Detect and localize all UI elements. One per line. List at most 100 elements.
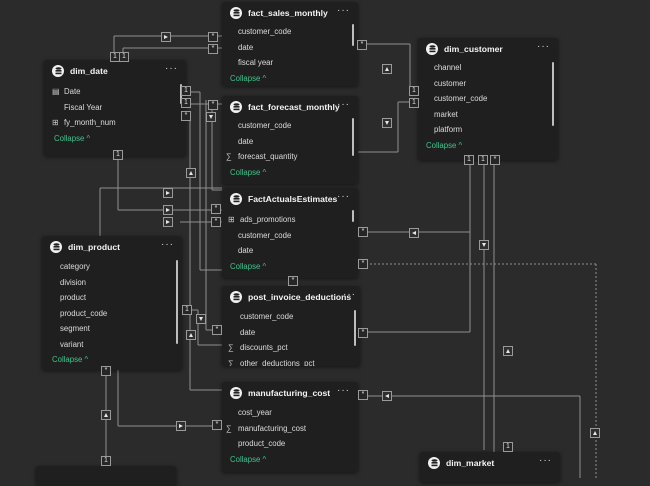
- table-header[interactable]: dim_date ···: [44, 60, 186, 82]
- filter-direction-arrow[interactable]: [163, 217, 173, 227]
- filter-direction-arrow[interactable]: [382, 118, 392, 128]
- cardinality-many-marker[interactable]: *: [358, 227, 368, 237]
- table-card-manufacturing-cost[interactable]: manufacturing_cost ··· cost_year ∑ manufa…: [222, 382, 358, 472]
- field-item[interactable]: customer_code: [222, 24, 358, 40]
- filter-direction-arrow[interactable]: [409, 228, 419, 238]
- table-header[interactable]: fact_sales_monthly ···: [222, 2, 358, 24]
- cardinality-many-marker[interactable]: *: [181, 111, 191, 121]
- field-item[interactable]: division: [42, 275, 182, 291]
- filter-direction-arrow[interactable]: [382, 391, 392, 401]
- cardinality-one-marker[interactable]: 1: [119, 52, 129, 62]
- field-item[interactable]: ▤ Date: [44, 84, 186, 100]
- cardinality-many-marker[interactable]: *: [211, 204, 221, 214]
- more-options-button[interactable]: ···: [337, 100, 350, 110]
- collapse-link[interactable]: Collapse ^: [222, 452, 358, 468]
- cardinality-many-marker[interactable]: *: [208, 44, 218, 54]
- field-item[interactable]: product: [42, 290, 182, 306]
- cardinality-one-marker[interactable]: 1: [101, 456, 111, 466]
- field-item[interactable]: ∑ discounts_pct: [222, 340, 360, 356]
- cardinality-many-marker[interactable]: *: [358, 328, 368, 338]
- table-header[interactable]: manufacturing_cost ···: [222, 382, 358, 404]
- cardinality-one-marker[interactable]: 1: [181, 98, 191, 108]
- filter-direction-arrow[interactable]: [163, 205, 173, 215]
- table-card-dim-product[interactable]: dim_product ··· category division produc…: [42, 236, 182, 370]
- field-item[interactable]: date: [222, 325, 360, 341]
- field-item[interactable]: date: [222, 243, 358, 259]
- field-item[interactable]: market: [418, 107, 558, 123]
- table-header[interactable]: dim_customer ···: [418, 38, 558, 60]
- filter-direction-arrow[interactable]: [161, 32, 171, 42]
- filter-direction-arrow[interactable]: [176, 421, 186, 431]
- cardinality-one-marker[interactable]: 1: [409, 98, 419, 108]
- cardinality-many-marker[interactable]: *: [101, 366, 111, 376]
- collapse-link[interactable]: Collapse ^: [222, 165, 358, 181]
- table-card-fact-sales-monthly[interactable]: fact_sales_monthly ··· customer_code dat…: [222, 2, 358, 86]
- field-item[interactable]: platform: [418, 122, 558, 138]
- scrollbar[interactable]: [354, 310, 356, 346]
- field-item[interactable]: channel: [418, 60, 558, 76]
- collapse-link[interactable]: Collapse ^: [418, 138, 558, 154]
- field-item[interactable]: product_code: [42, 306, 182, 322]
- cardinality-many-marker[interactable]: *: [288, 276, 298, 286]
- cardinality-many-marker[interactable]: *: [212, 420, 222, 430]
- table-card-fact-actuals-estimates[interactable]: FactActualsEstimates ··· ⊞ ads_promotions…: [222, 188, 358, 278]
- field-item[interactable]: customer: [418, 76, 558, 92]
- filter-direction-arrow[interactable]: [101, 410, 111, 420]
- filter-direction-arrow[interactable]: [382, 64, 392, 74]
- more-options-button[interactable]: ···: [343, 290, 356, 300]
- more-options-button[interactable]: ···: [337, 192, 350, 202]
- cardinality-many-marker[interactable]: *: [211, 217, 221, 227]
- table-header[interactable]: dim_product ···: [42, 236, 182, 258]
- table-header[interactable]: fact_forecast_monthly ···: [222, 96, 358, 118]
- table-card-partial[interactable]: [36, 466, 176, 486]
- cardinality-one-marker[interactable]: 1: [478, 155, 488, 165]
- cardinality-one-marker[interactable]: 1: [503, 442, 513, 452]
- more-options-button[interactable]: ···: [165, 64, 178, 74]
- filter-direction-arrow[interactable]: [196, 314, 206, 324]
- cardinality-one-marker[interactable]: 1: [181, 86, 191, 96]
- cardinality-one-marker[interactable]: 1: [409, 86, 419, 96]
- field-item[interactable]: ∑ forecast_quantity: [222, 149, 358, 165]
- more-options-button[interactable]: ···: [537, 42, 550, 52]
- scrollbar[interactable]: [352, 24, 354, 46]
- cardinality-many-marker[interactable]: *: [358, 259, 368, 269]
- scrollbar[interactable]: [176, 260, 178, 344]
- collapse-link[interactable]: Collapse ^: [42, 352, 182, 368]
- cardinality-many-marker[interactable]: *: [212, 325, 222, 335]
- field-item[interactable]: customer_code: [222, 309, 360, 325]
- field-item[interactable]: fiscal year: [222, 55, 358, 71]
- cardinality-one-marker[interactable]: 1: [113, 150, 123, 160]
- field-item[interactable]: variant: [42, 337, 182, 353]
- table-card-post-invoice-deductions[interactable]: post_invoice_deductions ··· customer_cod…: [222, 286, 360, 366]
- filter-direction-arrow[interactable]: [186, 330, 196, 340]
- cardinality-one-marker[interactable]: 1: [182, 305, 192, 315]
- field-item[interactable]: ⊞ ads_promotions: [222, 212, 358, 228]
- scrollbar[interactable]: [552, 62, 554, 126]
- field-item[interactable]: ⊞ fy_month_num: [44, 115, 186, 131]
- more-options-button[interactable]: ···: [337, 6, 350, 16]
- filter-direction-arrow[interactable]: [163, 188, 173, 198]
- field-item[interactable]: ∑ manufacturing_cost: [222, 421, 358, 437]
- field-item[interactable]: segment: [42, 321, 182, 337]
- table-header[interactable]: post_invoice_deductions ···: [222, 286, 360, 308]
- field-item[interactable]: category: [42, 259, 182, 275]
- collapse-link[interactable]: Collapse ^: [222, 259, 358, 275]
- cardinality-many-marker[interactable]: *: [208, 100, 218, 110]
- cardinality-many-marker[interactable]: *: [490, 155, 500, 165]
- collapse-link[interactable]: Collapse ^: [222, 71, 358, 87]
- table-header[interactable]: FactActualsEstimates ···: [222, 188, 358, 210]
- table-card-dim-date[interactable]: dim_date ··· ▤ Date Fiscal Year ⊞ fy_month…: [44, 60, 186, 156]
- field-item[interactable]: Fiscal Year: [44, 100, 186, 116]
- cardinality-many-marker[interactable]: *: [358, 390, 368, 400]
- table-card-dim-customer[interactable]: dim_customer ··· channel customer custom…: [418, 38, 558, 160]
- table-card-fact-forecast-monthly[interactable]: fact_forecast_monthly ··· customer_code …: [222, 96, 358, 184]
- field-item[interactable]: customer_code: [222, 118, 358, 134]
- filter-direction-arrow[interactable]: [479, 240, 489, 250]
- field-item[interactable]: customer_code: [222, 228, 358, 244]
- field-item[interactable]: ∑ other_deductions_pct: [222, 356, 360, 367]
- field-item[interactable]: product_code: [222, 436, 358, 452]
- filter-direction-arrow[interactable]: [206, 112, 216, 122]
- table-header[interactable]: dim_market ···: [420, 452, 560, 474]
- collapse-link[interactable]: Collapse ^: [44, 131, 186, 147]
- scrollbar[interactable]: [352, 210, 354, 222]
